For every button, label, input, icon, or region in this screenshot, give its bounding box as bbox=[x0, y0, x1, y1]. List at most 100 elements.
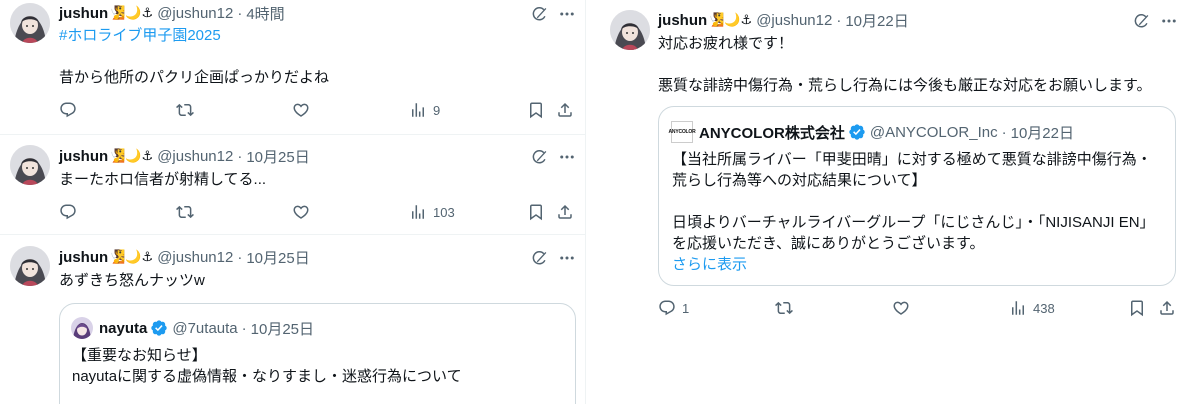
tweet[interactable]: jushun 🧏 🌙 ⚓ @jushun12 · 4時間 #ホロライブ甲子園20… bbox=[0, 0, 585, 135]
show-more-link[interactable]: さらに表示 bbox=[672, 254, 1155, 275]
more-icon[interactable] bbox=[557, 147, 577, 167]
tweet[interactable]: jushun 🧏 🌙 ⚓ @jushun12 · 10月22日 対応お疲れ様です… bbox=[600, 0, 1190, 330]
grok-icon[interactable] bbox=[529, 248, 549, 268]
reply-button[interactable] bbox=[59, 203, 83, 221]
grok-icon[interactable] bbox=[529, 147, 549, 167]
tweet-text: あずきち怒んナッツw bbox=[59, 271, 205, 291]
tweet-header: jushun 🧏 🌙 ⚓ @jushun12 · 10月25日 bbox=[59, 247, 310, 267]
emoji-anchor: ⚓ bbox=[740, 12, 753, 27]
author-handle[interactable]: @jushun12 bbox=[157, 249, 233, 266]
avatar[interactable] bbox=[10, 3, 50, 43]
tweet[interactable]: jushun 🧏 🌙 ⚓ @jushun12 · 10月25日 あずきち怒んナッ… bbox=[0, 235, 585, 404]
tweet-line: 対応お疲れ様です！ bbox=[658, 35, 794, 52]
emoji-deaf-person: 🧏 bbox=[109, 5, 126, 20]
quoted-tweet-header: ANYCOLOR ANYCOLOR株式会社 @ANYCOLOR_Inc · 10… bbox=[669, 121, 1074, 143]
quoted-avatar[interactable] bbox=[71, 317, 93, 339]
quoted-author-handle[interactable]: @ANYCOLOR_Inc bbox=[870, 124, 998, 141]
author-handle[interactable]: @jushun12 bbox=[157, 148, 233, 165]
tweet-line bbox=[658, 54, 1152, 74]
views-button[interactable]: 103 bbox=[409, 203, 455, 221]
reply-icon bbox=[59, 101, 77, 119]
quoted-author-name[interactable]: ANYCOLOR株式会社 bbox=[699, 122, 845, 143]
views-icon bbox=[409, 203, 427, 221]
avatar[interactable] bbox=[610, 10, 650, 50]
bookmark-button[interactable] bbox=[527, 101, 545, 119]
like-button[interactable] bbox=[292, 101, 316, 119]
share-icon bbox=[1158, 299, 1176, 317]
quoted-author-handle[interactable]: @7utauta bbox=[172, 320, 237, 337]
emoji-moon: 🌙 bbox=[125, 5, 142, 20]
avatar[interactable] bbox=[10, 145, 50, 185]
quoted-line: 日頃よりバーチャルライバーグループ「にじさんじ」・「NIJISANJI EN」 bbox=[672, 214, 1155, 231]
hashtag-link[interactable]: #ホロライブ甲子園2025 bbox=[59, 26, 329, 46]
bookmark-button[interactable] bbox=[1128, 299, 1146, 317]
share-button[interactable] bbox=[1158, 299, 1176, 317]
retweet-icon bbox=[775, 299, 793, 317]
quoted-timestamp[interactable]: 10月22日 bbox=[1011, 122, 1074, 143]
quoted-tweet[interactable]: ANYCOLOR ANYCOLOR株式会社 @ANYCOLOR_Inc · 10… bbox=[658, 106, 1176, 286]
tweet-line bbox=[59, 46, 329, 66]
timestamp[interactable]: 10月25日 bbox=[246, 247, 309, 268]
timestamp[interactable]: 10月22日 bbox=[845, 10, 908, 31]
views-icon bbox=[409, 101, 427, 119]
reply-icon bbox=[59, 203, 77, 221]
reply-button[interactable]: 1 bbox=[658, 299, 689, 317]
anycolor-logo[interactable]: ANYCOLOR bbox=[669, 121, 696, 143]
quoted-tweet[interactable]: nayuta @7utauta · 10月25日 【重要なお知らせ】 nayut… bbox=[59, 303, 576, 404]
retweet-button[interactable] bbox=[775, 299, 799, 317]
right-tweet-detail: jushun 🧏 🌙 ⚓ @jushun12 · 10月22日 対応お疲れ様です… bbox=[600, 0, 1200, 404]
like-icon bbox=[892, 299, 910, 317]
tweet-line: 昔から他所のパクリ企画ぱっかりだよね bbox=[59, 69, 330, 86]
views-button[interactable]: 9 bbox=[409, 101, 440, 119]
retweet-button[interactable] bbox=[176, 101, 200, 119]
retweet-button[interactable] bbox=[176, 203, 200, 221]
retweet-icon bbox=[176, 101, 194, 119]
author-handle[interactable]: @jushun12 bbox=[756, 12, 832, 29]
verified-badge-icon bbox=[150, 319, 168, 337]
author-handle[interactable]: @jushun12 bbox=[157, 5, 233, 22]
like-button[interactable] bbox=[892, 299, 916, 317]
more-icon[interactable] bbox=[557, 248, 577, 268]
like-icon bbox=[292, 101, 310, 119]
emoji-moon: 🌙 bbox=[125, 249, 142, 264]
bookmark-button[interactable] bbox=[527, 203, 545, 221]
author-name[interactable]: jushun bbox=[59, 148, 108, 165]
quoted-author-name[interactable]: nayuta bbox=[99, 320, 147, 337]
grok-icon[interactable] bbox=[1131, 11, 1151, 31]
left-timeline: jushun 🧏 🌙 ⚓ @jushun12 · 4時間 #ホロライブ甲子園20… bbox=[0, 0, 586, 404]
grok-icon[interactable] bbox=[529, 4, 549, 24]
author-name[interactable]: jushun bbox=[59, 5, 108, 22]
author-emoji: 🧏 🌙 ⚓ bbox=[109, 148, 153, 164]
separator-dot: · bbox=[241, 319, 247, 337]
tweet-header: jushun 🧏 🌙 ⚓ @jushun12 · 10月22日 bbox=[658, 10, 909, 30]
bookmark-icon bbox=[527, 101, 545, 119]
tweet-text: #ホロライブ甲子園2025 昔から他所のパクリ企画ぱっかりだよね bbox=[59, 26, 329, 88]
author-name[interactable]: jushun bbox=[59, 249, 108, 266]
more-icon[interactable] bbox=[557, 4, 577, 24]
emoji-anchor: ⚓ bbox=[141, 148, 154, 163]
views-count: 9 bbox=[433, 102, 441, 118]
separator-dot: · bbox=[237, 248, 243, 266]
like-icon bbox=[292, 203, 310, 221]
separator-dot: · bbox=[836, 11, 842, 29]
like-button[interactable] bbox=[292, 203, 316, 221]
reply-count: 1 bbox=[682, 300, 690, 316]
author-name[interactable]: jushun bbox=[658, 12, 707, 29]
tweet-line: あずきち怒んナッツw bbox=[59, 272, 205, 289]
tweet[interactable]: jushun 🧏 🌙 ⚓ @jushun12 · 10月25日 まーたホロ信者が… bbox=[0, 135, 585, 235]
quoted-timestamp[interactable]: 10月25日 bbox=[251, 318, 314, 339]
share-icon bbox=[556, 203, 574, 221]
share-button[interactable] bbox=[556, 101, 574, 119]
emoji-moon: 🌙 bbox=[724, 12, 741, 27]
share-button[interactable] bbox=[556, 203, 574, 221]
separator-dot: · bbox=[237, 147, 243, 165]
timestamp[interactable]: 10月25日 bbox=[246, 146, 309, 167]
separator-dot: · bbox=[237, 4, 243, 22]
more-icon[interactable] bbox=[1159, 11, 1179, 31]
views-button[interactable]: 438 bbox=[1009, 299, 1055, 317]
timestamp[interactable]: 4時間 bbox=[246, 3, 284, 24]
emoji-deaf-person: 🧏 bbox=[708, 12, 725, 27]
author-emoji: 🧏 🌙 ⚓ bbox=[708, 12, 752, 28]
reply-button[interactable] bbox=[59, 101, 83, 119]
avatar[interactable] bbox=[10, 246, 50, 286]
